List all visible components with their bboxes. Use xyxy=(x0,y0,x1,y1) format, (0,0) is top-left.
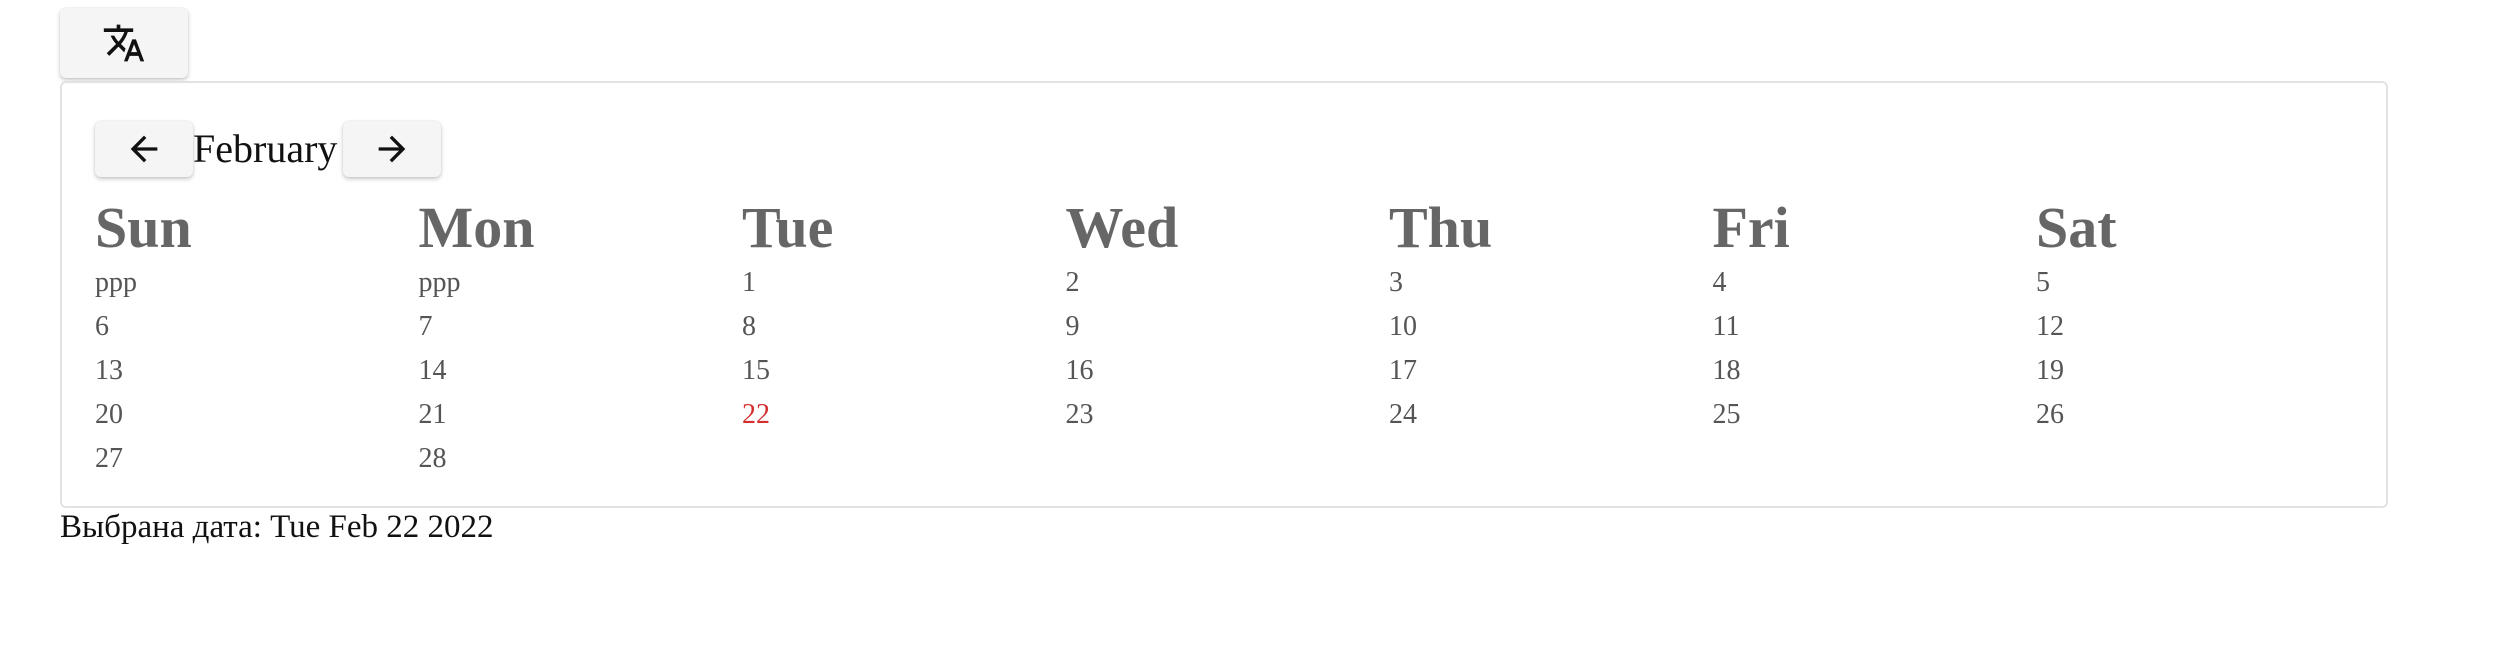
weekday-header: Fri xyxy=(1712,195,1790,260)
day-cell xyxy=(2036,437,2360,481)
next-month-button[interactable] xyxy=(343,121,441,177)
weekday-header: Wed xyxy=(1065,195,1179,260)
day-cell[interactable]: 11 xyxy=(1713,305,2037,349)
day-cell xyxy=(1713,437,2037,481)
prev-month-button[interactable] xyxy=(95,121,193,177)
weekday-header: Tue xyxy=(742,195,834,260)
day-cell[interactable]: 12 xyxy=(2036,305,2360,349)
day-cell[interactable]: 7 xyxy=(419,305,743,349)
translate-button[interactable] xyxy=(60,8,188,78)
day-cell[interactable]: ppp xyxy=(419,261,743,305)
day-cell[interactable]: 6 xyxy=(95,305,419,349)
day-cell[interactable]: 13 xyxy=(95,349,419,393)
day-cell[interactable]: ppp xyxy=(95,261,419,305)
day-cell[interactable]: 16 xyxy=(1066,349,1390,393)
day-cell[interactable]: 4 xyxy=(1713,261,2037,305)
day-cell[interactable]: 24 xyxy=(1389,393,1713,437)
arrow-left-icon xyxy=(130,135,158,163)
weekday-header: Mon xyxy=(418,195,535,260)
translate-icon xyxy=(103,24,145,62)
calendar-grid: Sun Mon Tue Wed Thu Fri Sat ppp ppp 1 2 3 4 5 6… xyxy=(95,195,2360,481)
day-cell[interactable]: 9 xyxy=(1066,305,1390,349)
day-cell[interactable]: 19 xyxy=(2036,349,2360,393)
day-cell xyxy=(1389,437,1713,481)
day-cell[interactable]: 28 xyxy=(419,437,743,481)
day-cell xyxy=(742,437,1066,481)
day-cell[interactable]: 17 xyxy=(1389,349,1713,393)
day-cell[interactable]: 26 xyxy=(2036,393,2360,437)
day-cell[interactable]: 1 xyxy=(742,261,1066,305)
day-cell[interactable]: 2 xyxy=(1066,261,1390,305)
day-cell xyxy=(1066,437,1390,481)
day-cell[interactable]: 27 xyxy=(95,437,419,481)
day-cell[interactable]: 20 xyxy=(95,393,419,437)
day-cell[interactable]: 22 xyxy=(742,393,1066,437)
weekday-header: Sat xyxy=(2036,195,2117,260)
weekday-header: Thu xyxy=(1389,195,1493,260)
day-cell[interactable]: 18 xyxy=(1713,349,2037,393)
day-cell[interactable]: 14 xyxy=(419,349,743,393)
day-cell[interactable]: 8 xyxy=(742,305,1066,349)
day-cell[interactable]: 5 xyxy=(2036,261,2360,305)
month-label: February xyxy=(193,126,338,171)
day-cell[interactable]: 15 xyxy=(742,349,1066,393)
day-cell[interactable]: 3 xyxy=(1389,261,1713,305)
day-cell[interactable]: 25 xyxy=(1713,393,2037,437)
day-cell[interactable]: 10 xyxy=(1389,305,1713,349)
arrow-right-icon xyxy=(378,135,406,163)
selected-date-text: Выбрана дата: Tue Feb 22 2022 xyxy=(60,509,494,545)
calendar: February Sun Mon Tue Wed Thu Fri Sat ppp… xyxy=(60,81,2388,508)
weekday-header: Sun xyxy=(95,195,192,260)
day-cell[interactable]: 21 xyxy=(419,393,743,437)
day-cell[interactable]: 23 xyxy=(1066,393,1390,437)
